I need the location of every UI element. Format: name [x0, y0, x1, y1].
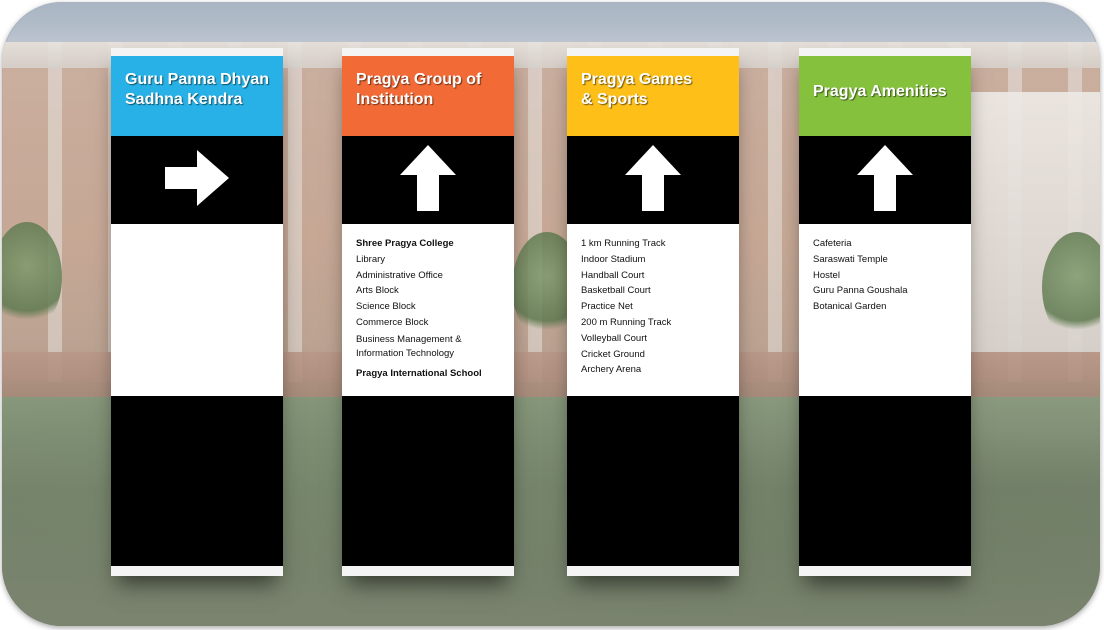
signboard: Pragya Games & Sports 1 km Running Track In… [567, 48, 739, 576]
destination-item: Arts Block [356, 285, 399, 297]
signboard: Guru Panna Dhyan Sadhna Kendra [111, 48, 283, 576]
destination-item: Botanical Garden [813, 301, 887, 313]
destination-item: Handball Court [581, 269, 645, 281]
destination-list [111, 224, 283, 396]
signboard-title-line: Pragya Games [581, 71, 693, 88]
arrow-up-icon [625, 144, 681, 216]
destination-item: Cricket Ground [581, 348, 645, 360]
arrow-right-icon [165, 149, 229, 211]
destination-item: Cafeteria [813, 238, 852, 249]
destination-item: Indoor Stadium [581, 253, 646, 265]
destination-item: Volleyball Court [581, 332, 648, 344]
destination-list: Shree Pragya College Library Administrativ… [342, 224, 514, 396]
destination-item: 200 m Running Track [581, 316, 672, 328]
signboard-title-line: Pragya Group of [356, 71, 482, 88]
destination-list: Cafeteria Saraswati Temple Hostel Guru Pann… [799, 224, 971, 396]
signboard-title-line: Guru Panna Dhyan [125, 71, 270, 88]
signboard: Pragya Amenities Cafeteria Saraswati Templ… [799, 48, 971, 576]
signboard-top-cap [567, 48, 739, 56]
destination-item: Guru Panna Goushala [813, 285, 908, 297]
signboard-title: Pragya Games & Sports [567, 56, 739, 136]
destination-item: Commerce Block [356, 316, 429, 328]
arrow-band [111, 136, 283, 224]
destination-list: 1 km Running Track Indoor Stadium Handball… [567, 224, 739, 396]
destination-item: Science Block [356, 301, 416, 313]
arrow-band [567, 136, 739, 224]
arrow-band [342, 136, 514, 224]
signboard-title: Pragya Amenities [799, 56, 971, 136]
signboard: Pragya Group of Institution Shree Pragya C… [342, 48, 514, 576]
destination-item: Library [356, 253, 386, 265]
signboard-title-line: Sadhna Kendra [125, 91, 243, 108]
arrow-band [799, 136, 971, 224]
signboard-top-cap [799, 48, 971, 56]
destination-item: Practice Net [581, 301, 633, 313]
destination-item: Archery Arena [581, 364, 642, 376]
destination-item: Pragya International School [356, 367, 482, 379]
signboards: Guru Panna Dhyan Sadhna Kendra Pragya Grou… [0, 0, 1104, 630]
signboard-bottom-cap [799, 566, 971, 576]
signboard-title-line: Institution [356, 91, 434, 108]
signboard-bottom-cap [111, 566, 283, 576]
arrow-up-icon [400, 144, 456, 216]
signboard-bottom-cap [567, 566, 739, 576]
signboard-title-line: & Sports [581, 91, 648, 108]
destination-item: Shree Pragya College [356, 238, 454, 249]
signboard-title: Guru Panna Dhyan Sadhna Kendra [111, 56, 283, 136]
destination-item: Information Technology [356, 347, 455, 359]
arrow-up-icon [857, 144, 913, 216]
destination-item: Business Management & [356, 333, 462, 345]
signboard-bottom-cap [342, 566, 514, 576]
signboard-title-line: Pragya Amenities [813, 83, 947, 100]
destination-item: Hostel [813, 269, 840, 281]
signboard-top-cap [111, 48, 283, 56]
signboard-top-cap [342, 48, 514, 56]
destination-item: Saraswati Temple [813, 253, 888, 265]
signboard-title: Pragya Group of Institution [342, 56, 514, 136]
destination-item: Administrative Office [356, 269, 443, 281]
destination-item: 1 km Running Track [581, 238, 666, 249]
destination-item: Basketball Court [581, 285, 651, 297]
